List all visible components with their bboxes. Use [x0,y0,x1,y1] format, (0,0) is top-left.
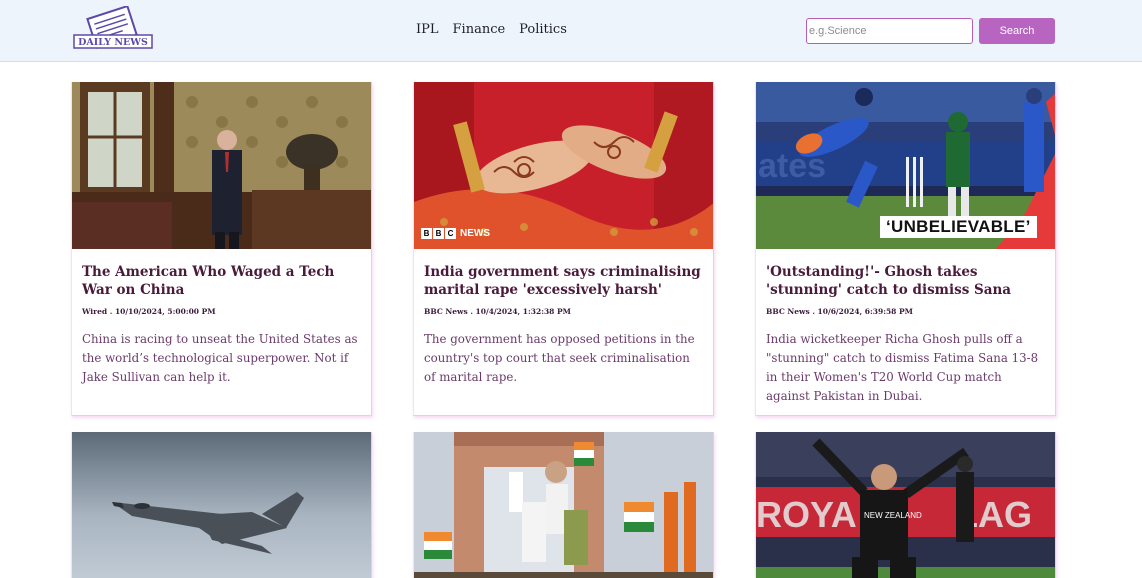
article-card[interactable]: ates ‘UNBELIEVABLE’ 'Outstanding!'- Ghos… [755,82,1056,416]
article-meta: BBC News . 10/6/2024, 6:39:58 PM [766,307,913,316]
bbc-badge-letter: C [445,228,456,239]
article-image[interactable] [72,82,371,249]
logo-text: DAILY NEWS [78,37,148,48]
henna-hands-red-sari-image [414,82,713,249]
search-button[interactable]: Search [979,18,1055,44]
svg-text:ROYA: ROYA [756,494,857,535]
article-card[interactable] [71,432,372,578]
article-card[interactable] [413,432,714,578]
article-description: The government has opposed petitions in … [424,332,695,384]
article-description: China is racing to unseat the United Sta… [82,332,358,384]
daily-news-logo[interactable]: DAILY NEWS [72,4,154,54]
image-overlay-caption: ‘UNBELIEVABLE’ [880,216,1037,238]
article-image[interactable] [414,432,713,578]
article-meta: BBC News . 10/4/2024, 1:32:38 PM [424,307,571,316]
nav-links: IPL Finance Politics [416,22,567,37]
svg-text:NEW ZEALAND: NEW ZEALAND [864,511,922,520]
article-image[interactable]: B B C NEWS [414,82,713,249]
article-description: India wicketkeeper Richa Ghosh pulls off… [766,332,1039,403]
article-meta: Wired . 10/10/2024, 5:00:00 PM [82,307,216,316]
navbar: DAILY NEWS IPL Finance Politics Search [0,0,1142,62]
article-card[interactable]: The American Who Waged a Tech War on Chi… [71,82,372,416]
article-image[interactable]: ates ‘UNBELIEVABLE’ [756,82,1055,249]
article-title[interactable]: The American Who Waged a Tech War on Chi… [82,263,361,299]
portrait-in-ornate-office-image [72,82,371,249]
india-gate-flags-crowd-image [414,432,713,578]
bbc-badge-news: NEWS [460,228,490,239]
bbc-badge-letter: B [433,228,444,239]
bbc-badge-letter: B [421,228,432,239]
cricketer-celebrating-image: ROYA LAG NEW ZEALAND [756,432,1055,578]
article-image[interactable] [72,432,371,578]
article-image[interactable]: ROYA LAG NEW ZEALAND [756,432,1055,578]
article-card[interactable]: ROYA LAG NEW ZEALAND [755,432,1056,578]
article-title[interactable]: India government says criminalising mari… [424,263,703,299]
nav-link-politics[interactable]: Politics [519,22,567,37]
nav-link-ipl[interactable]: IPL [416,22,439,37]
fighter-jet-in-sky-image [72,432,371,578]
search-input[interactable] [806,18,973,44]
nav-link-finance[interactable]: Finance [453,22,506,37]
article-card[interactable]: B B C NEWS India government says crimina… [413,82,714,416]
bbc-news-badge: B B C NEWS [421,228,490,239]
article-title[interactable]: 'Outstanding!'- Ghosh takes 'stunning' c… [766,263,1045,299]
